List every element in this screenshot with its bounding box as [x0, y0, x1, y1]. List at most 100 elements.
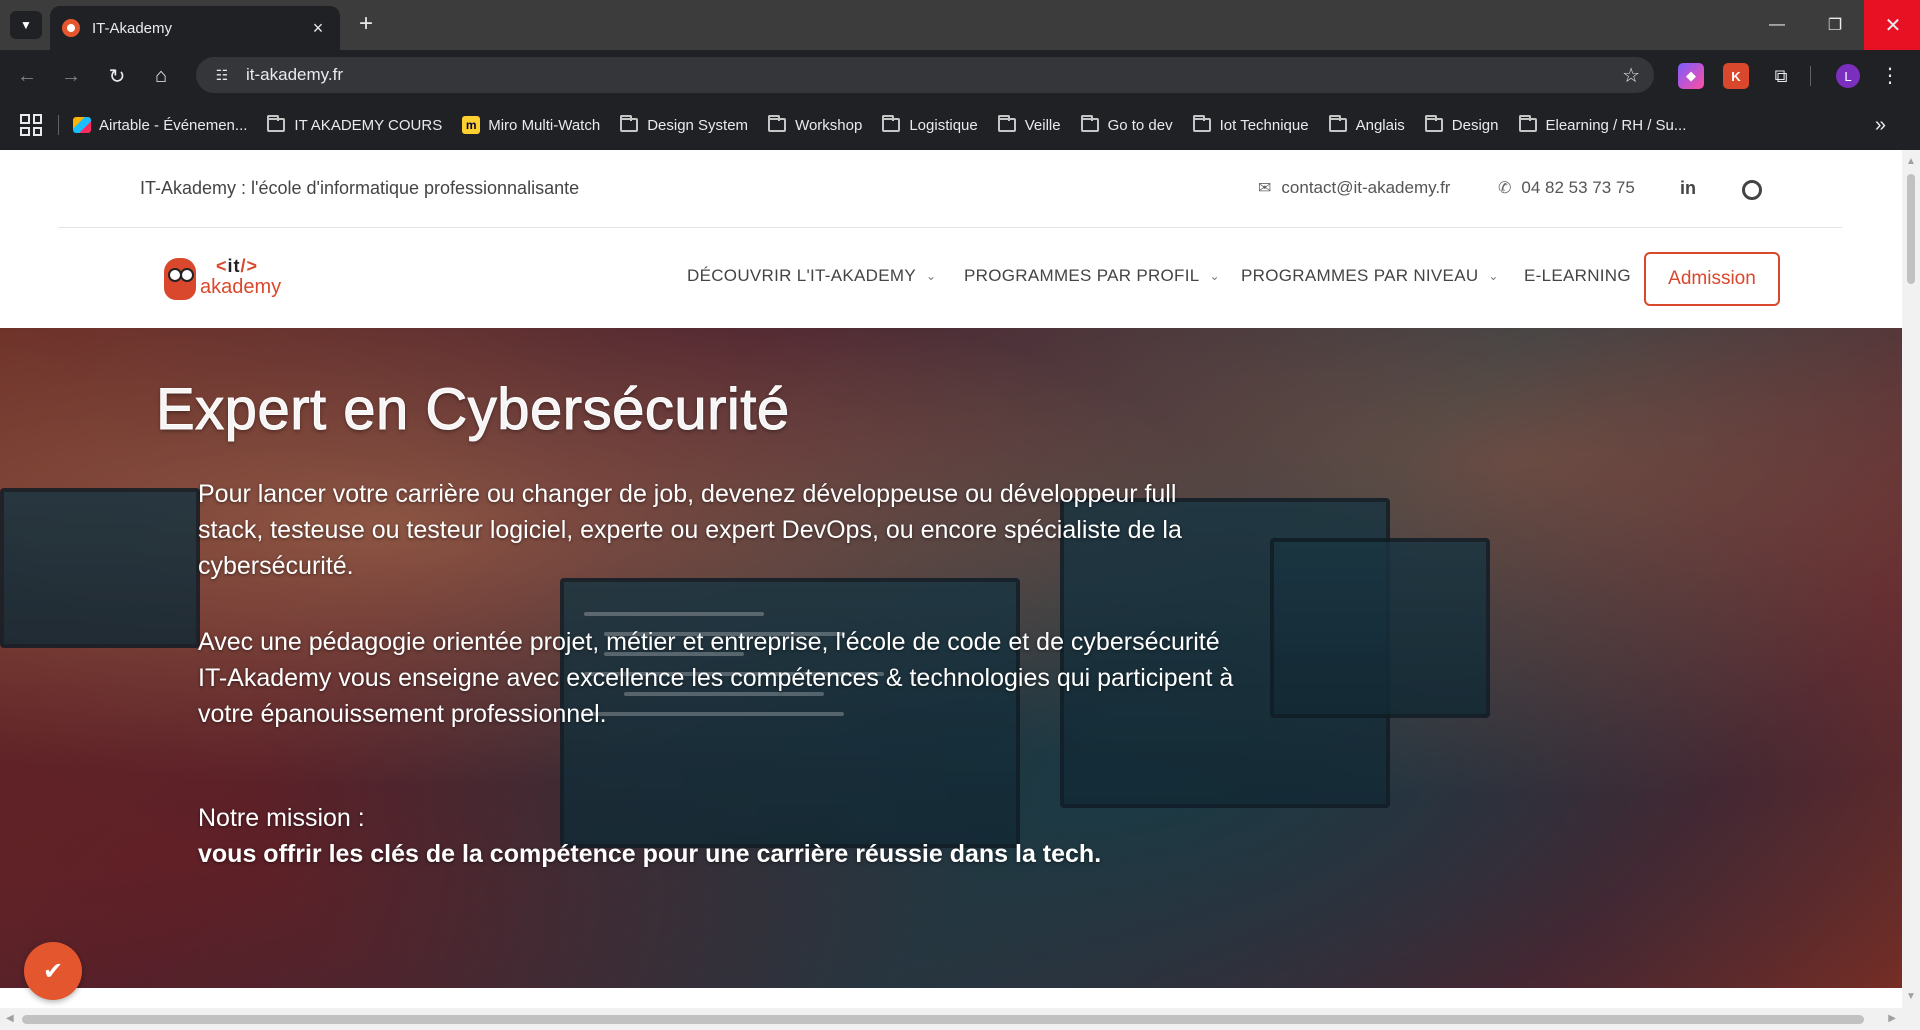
extension-icon[interactable]: ◆ [1678, 63, 1704, 89]
bookmark-folder[interactable]: IT AKADEMY COURS [267, 115, 443, 134]
bookmark-folder[interactable]: Design System [620, 115, 749, 134]
bookmark-label: Logistique [909, 116, 978, 134]
forward-button[interactable]: → [56, 61, 86, 91]
site-logo[interactable]: <it/> akademy [164, 256, 288, 302]
horizontal-scrollbar[interactable]: ◀ ▶ [0, 1008, 1920, 1030]
nav-item-label: PROGRAMMES PAR NIVEAU [1241, 266, 1479, 285]
more-bookmarks-icon[interactable]: » [1875, 114, 1886, 137]
bookmark-folder[interactable]: Workshop [768, 115, 863, 134]
bookmark-folder[interactable]: Go to dev [1080, 115, 1173, 134]
back-button[interactable]: ← [12, 61, 42, 91]
url-text[interactable]: it-akademy.fr [246, 65, 1622, 85]
bookmark-miro[interactable]: m Miro Multi-Watch [462, 116, 600, 134]
nav-item-label: E-LEARNING [1524, 266, 1631, 285]
bookmark-label: Design System [647, 116, 749, 134]
vertical-scroll-thumb[interactable] [1907, 174, 1915, 284]
nav-item-elearning[interactable]: E-LEARNING [1524, 266, 1631, 286]
bookmark-label: Miro Multi-Watch [488, 116, 601, 134]
bookmark-airtable[interactable]: Airtable - Événemen... [73, 117, 247, 134]
miro-icon: m [462, 116, 481, 134]
site-tagline: IT-Akademy : l'école d'informatique prof… [140, 178, 580, 198]
chevron-down-icon: ⌄ [926, 269, 937, 283]
folder-icon [1518, 115, 1537, 132]
tab-title: IT-Akademy [92, 19, 173, 37]
bookmark-folder[interactable]: Logistique [882, 115, 978, 134]
reload-button[interactable]: ↻ [102, 61, 132, 91]
horizontal-scroll-thumb[interactable] [22, 1015, 1864, 1024]
bookmark-label: IT AKADEMY COURS [294, 116, 443, 134]
bookmark-label: Design [1451, 116, 1499, 134]
new-tab-button[interactable]: + [352, 12, 380, 38]
bookmark-folder[interactable]: Anglais [1328, 115, 1405, 134]
airtable-icon [73, 117, 91, 133]
scroll-down-icon[interactable]: ▼ [1906, 991, 1916, 1002]
minimize-button[interactable]: — [1748, 0, 1806, 50]
folder-icon [1424, 115, 1443, 132]
contact-phone-link[interactable]: ✆ 04 82 53 73 75 [1498, 178, 1635, 198]
logo-it-text: <it/> [216, 256, 259, 276]
phone-text: 04 82 53 73 75 [1521, 178, 1635, 197]
hero-paragraph: Avec une pédagogie orientée projet, méti… [198, 628, 1234, 728]
extensions-puzzle-icon[interactable]: ⧉ [1768, 63, 1794, 89]
bookmark-label: Iot Technique [1219, 116, 1309, 134]
bookmark-folder[interactable]: Design [1424, 115, 1499, 134]
toolbar-divider [1810, 66, 1811, 86]
bookmark-folder[interactable]: Elearning / RH / Su... [1518, 115, 1687, 134]
linkedin-icon[interactable]: in [1680, 178, 1696, 199]
chat-widget-button[interactable]: ✔ [24, 942, 82, 1000]
nav-item-decouvrir[interactable]: DÉCOUVRIR L'IT-AKADEMY ⌄ [687, 266, 936, 286]
folder-icon [1080, 115, 1099, 132]
scroll-right-icon[interactable]: ▶ [1888, 1013, 1896, 1024]
bookmark-label: Veille [1024, 116, 1061, 134]
page-viewport: IT-Akademy : l'école d'informatique prof… [0, 150, 1902, 1008]
logo-name-text: akademy [200, 276, 282, 298]
apps-grid-icon[interactable] [20, 114, 42, 136]
folder-icon [1192, 115, 1211, 132]
bookmark-folder[interactable]: Veille [997, 115, 1061, 134]
bookmark-label: Go to dev [1107, 116, 1173, 134]
folder-icon [267, 115, 286, 132]
admission-button[interactable]: Admission [1644, 252, 1780, 306]
bookmark-label: Anglais [1355, 116, 1405, 134]
owl-logo-icon [164, 258, 196, 300]
contact-email-link[interactable]: ✉ contact@it-akademy.fr [1258, 178, 1450, 198]
address-bar[interactable]: ☷ it-akademy.fr ☆ [196, 57, 1654, 93]
nav-item-label: DÉCOUVRIR L'IT-AKADEMY [687, 266, 916, 285]
hero-banner: Expert en Cybersécurité Pour lancer votr… [0, 328, 1902, 988]
folder-icon [882, 115, 901, 132]
bookmark-folder[interactable]: Iot Technique [1192, 115, 1309, 134]
chevron-down-icon: ⌄ [1488, 269, 1499, 283]
restore-button[interactable]: ❐ [1806, 0, 1864, 50]
close-window-button[interactable]: ✕ [1864, 0, 1920, 50]
close-tab-icon[interactable]: × [308, 18, 328, 39]
hero-title: Expert en Cybersécurité [156, 377, 790, 443]
profile-avatar[interactable]: L [1836, 64, 1860, 88]
bookmark-label: Elearning / RH / Su... [1545, 116, 1687, 134]
bookmark-label: Workshop [795, 116, 863, 134]
site-topbar: IT-Akademy : l'école d'informatique prof… [58, 150, 1842, 228]
mission-label: Notre mission : [198, 804, 365, 832]
bookmarks-bar: Airtable - Événemen... IT AKADEMY COURS … [0, 100, 1920, 150]
github-icon[interactable] [1742, 180, 1762, 200]
envelope-icon: ✉ [1258, 180, 1272, 197]
folder-icon [768, 115, 787, 132]
nav-item-programmes-niveau[interactable]: PROGRAMMES PAR NIVEAU ⌄ [1241, 266, 1499, 286]
home-button[interactable]: ⌂ [146, 61, 176, 91]
scroll-left-icon[interactable]: ◀ [6, 1013, 14, 1024]
site-info-icon[interactable]: ☷ [210, 63, 234, 87]
site-favicon-icon [62, 19, 80, 37]
tab-search-button[interactable]: ▼ [10, 11, 42, 39]
phone-icon: ✆ [1498, 180, 1512, 197]
bookmark-star-icon[interactable]: ☆ [1622, 63, 1640, 88]
active-tab[interactable]: IT-Akademy × [50, 6, 340, 50]
nav-item-programmes-profil[interactable]: PROGRAMMES PAR PROFIL ⌄ [964, 266, 1220, 286]
browser-window: ▼ IT-Akademy × + — ❐ ✕ ← → ↻ ⌂ ☷ it-akad… [0, 0, 1920, 1030]
hero-paragraph: Pour lancer votre carrière ou changer de… [198, 480, 1182, 580]
vertical-scrollbar[interactable]: ▲ ▼ [1902, 150, 1920, 1008]
browser-menu-icon[interactable]: ⋮ [1880, 63, 1900, 88]
mission-text: vous offrir les clés de la compétence po… [198, 840, 1102, 868]
site-header: <it/> akademy DÉCOUVRIR L'IT-AKADEMY ⌄ P… [0, 228, 1902, 328]
extension-icon[interactable]: K [1723, 63, 1749, 89]
scroll-up-icon[interactable]: ▲ [1906, 156, 1916, 167]
bookmark-label: Airtable - Événemen... [99, 116, 248, 134]
